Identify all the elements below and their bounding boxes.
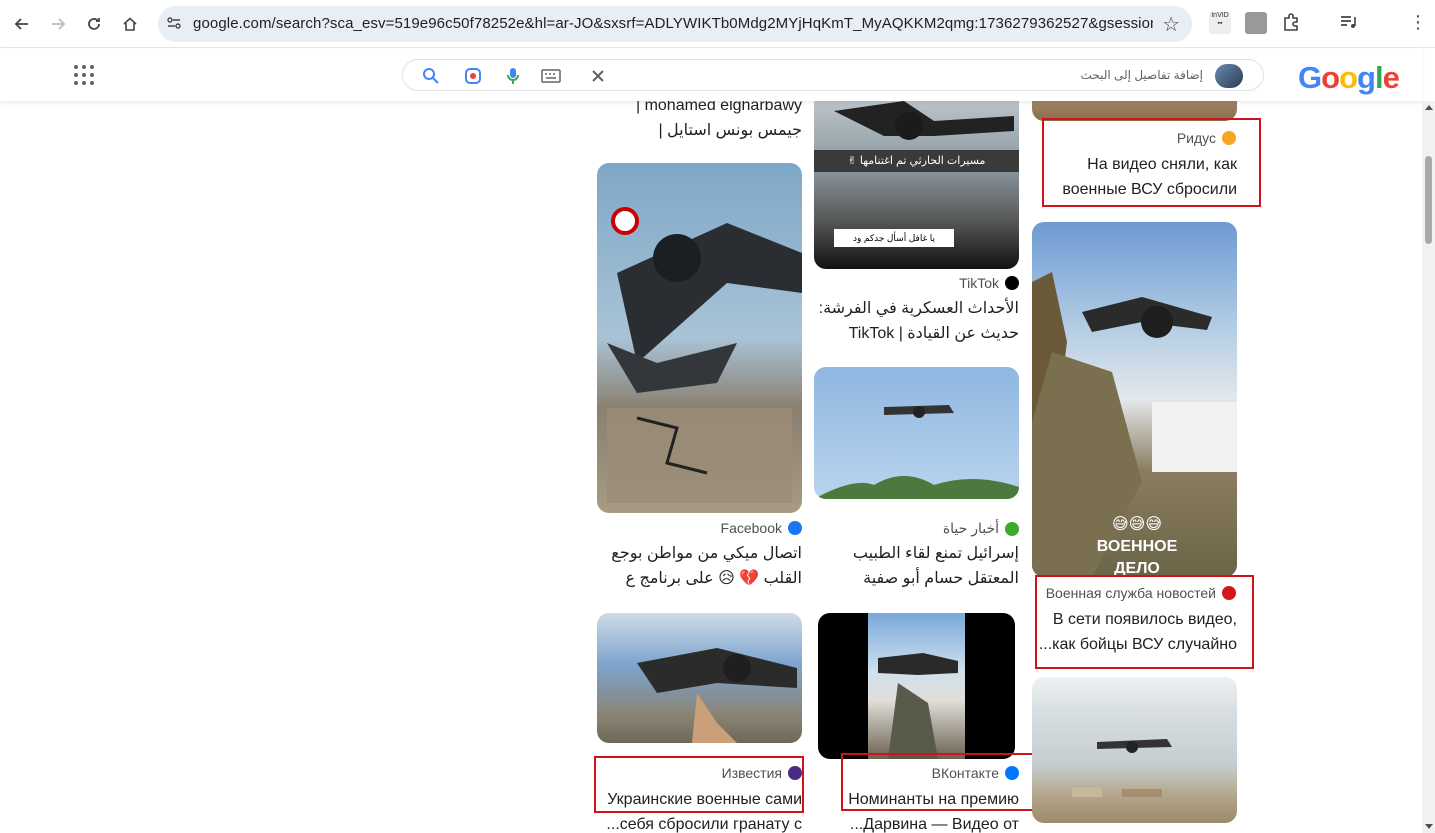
result-title[interactable]: mohamed elgharbawy | جيمس بونس استايل | … [597,101,802,143]
result-title[interactable]: الأحداث العسكرية في الفرشة: حديث عن القي… [814,296,1019,346]
search-icon[interactable] [421,66,441,86]
tiktok-overlay-text: يا غافل أسأل جدكم ود [834,229,954,247]
result-thumbnail-izvestia[interactable] [597,613,802,743]
highlight-box [1042,118,1261,207]
search-input[interactable]: إضافة تفاصيل إلى البحث [1081,68,1203,82]
media-control-icon[interactable] [1338,12,1360,34]
bookmark-star-icon[interactable]: ☆ [1162,12,1180,37]
url-text[interactable]: google.com/search?sca_esv=519e96c50f7825… [193,15,1153,32]
keyboard-icon[interactable] [541,66,561,86]
scroll-up-icon[interactable] [1425,105,1433,110]
clear-search-icon[interactable] [588,66,608,86]
logo-letter-o2: o [1339,60,1358,95]
tiktok-icon [1005,276,1019,290]
logo-letter-g2: g [1357,60,1376,95]
facebook-icon [788,521,802,535]
result-source-akhbar-hayat[interactable]: أخبار حياة [943,520,1019,537]
home-icon[interactable] [118,12,142,36]
google-lens-icon[interactable] [463,66,483,86]
result-title[interactable]: إسرائيل تمنع لقاء الطبيب المعتقل حسام أب… [814,541,1019,591]
tiktok-overlay-text: مسيرات الحارثي تم اغتنامها ✌ [814,150,1019,172]
address-bar[interactable]: google.com/search?sca_esv=519e96c50f7825… [158,6,1192,42]
google-search-header: إضافة تفاصيل إلى البحث Google [0,49,1422,101]
highlight-box [594,756,804,813]
scrollbar-thumb[interactable] [1425,156,1432,244]
forward-icon[interactable] [46,12,70,36]
result-thumbnail-drone[interactable] [1032,677,1237,823]
result-thumbnail-voennaya-sluzhba[interactable]: 😅😅😅 ВОЕННОЕ ДЕЛО [1032,222,1237,577]
extension-invid-icon[interactable]: InVID ▪▪ [1209,12,1231,34]
google-logo[interactable]: Google [1298,60,1400,96]
source-label: أخبار حياة [942,520,999,536]
result-thumbnail-facebook[interactable] [597,163,802,513]
logo-letter-l: l [1374,60,1384,95]
google-apps-icon[interactable] [74,65,94,85]
highlight-box [841,753,1034,811]
search-box[interactable]: إضافة تفاصيل إلى البحث [402,59,1264,91]
result-thumbnail-tiktok[interactable]: مسيرات الحارثي تم اغتنامها ✌ يا غافل أسأ… [814,101,1019,269]
akhbar-hayat-icon [1005,521,1019,536]
voice-search-icon[interactable] [503,66,523,86]
scroll-down-icon[interactable] [1425,824,1433,829]
highlight-box [1035,575,1254,669]
extensions-puzzle-icon[interactable] [1281,12,1303,34]
browser-toolbar: google.com/search?sca_esv=519e96c50f7825… [0,0,1435,48]
voennoe-delo-overlay: 😅😅😅 ВОЕННОЕ ДЕЛО [1096,516,1178,577]
search-image-thumbnail[interactable] [1215,64,1243,88]
image-results-grid: mohamed elgharbawy | جيمس بونس استايل | … [0,101,1422,833]
source-label: Facebook [720,520,782,536]
page-scrollbar[interactable] [1422,101,1435,833]
logo-letter-o1: o [1321,60,1340,95]
browser-menu-icon[interactable]: ⋮ [1407,12,1429,34]
source-label: TikTok [959,275,999,291]
result-thumbnail-vkontakte[interactable] [818,613,1015,759]
extension-icon[interactable] [1245,12,1267,34]
site-settings-icon[interactable] [166,15,182,31]
logo-letter-g: G [1298,60,1322,95]
logo-letter-e: e [1382,60,1400,95]
result-source-tiktok[interactable]: TikTok [959,275,1019,291]
result-source-facebook[interactable]: Facebook [721,520,802,536]
result-thumbnail-akhbar-hayat[interactable] [814,367,1019,499]
reload-icon[interactable] [82,12,106,36]
result-title[interactable]: اتصال ميكي من مواطن بوجع القلب 💔 😥 على ب… [597,541,802,591]
back-icon[interactable] [10,12,34,36]
